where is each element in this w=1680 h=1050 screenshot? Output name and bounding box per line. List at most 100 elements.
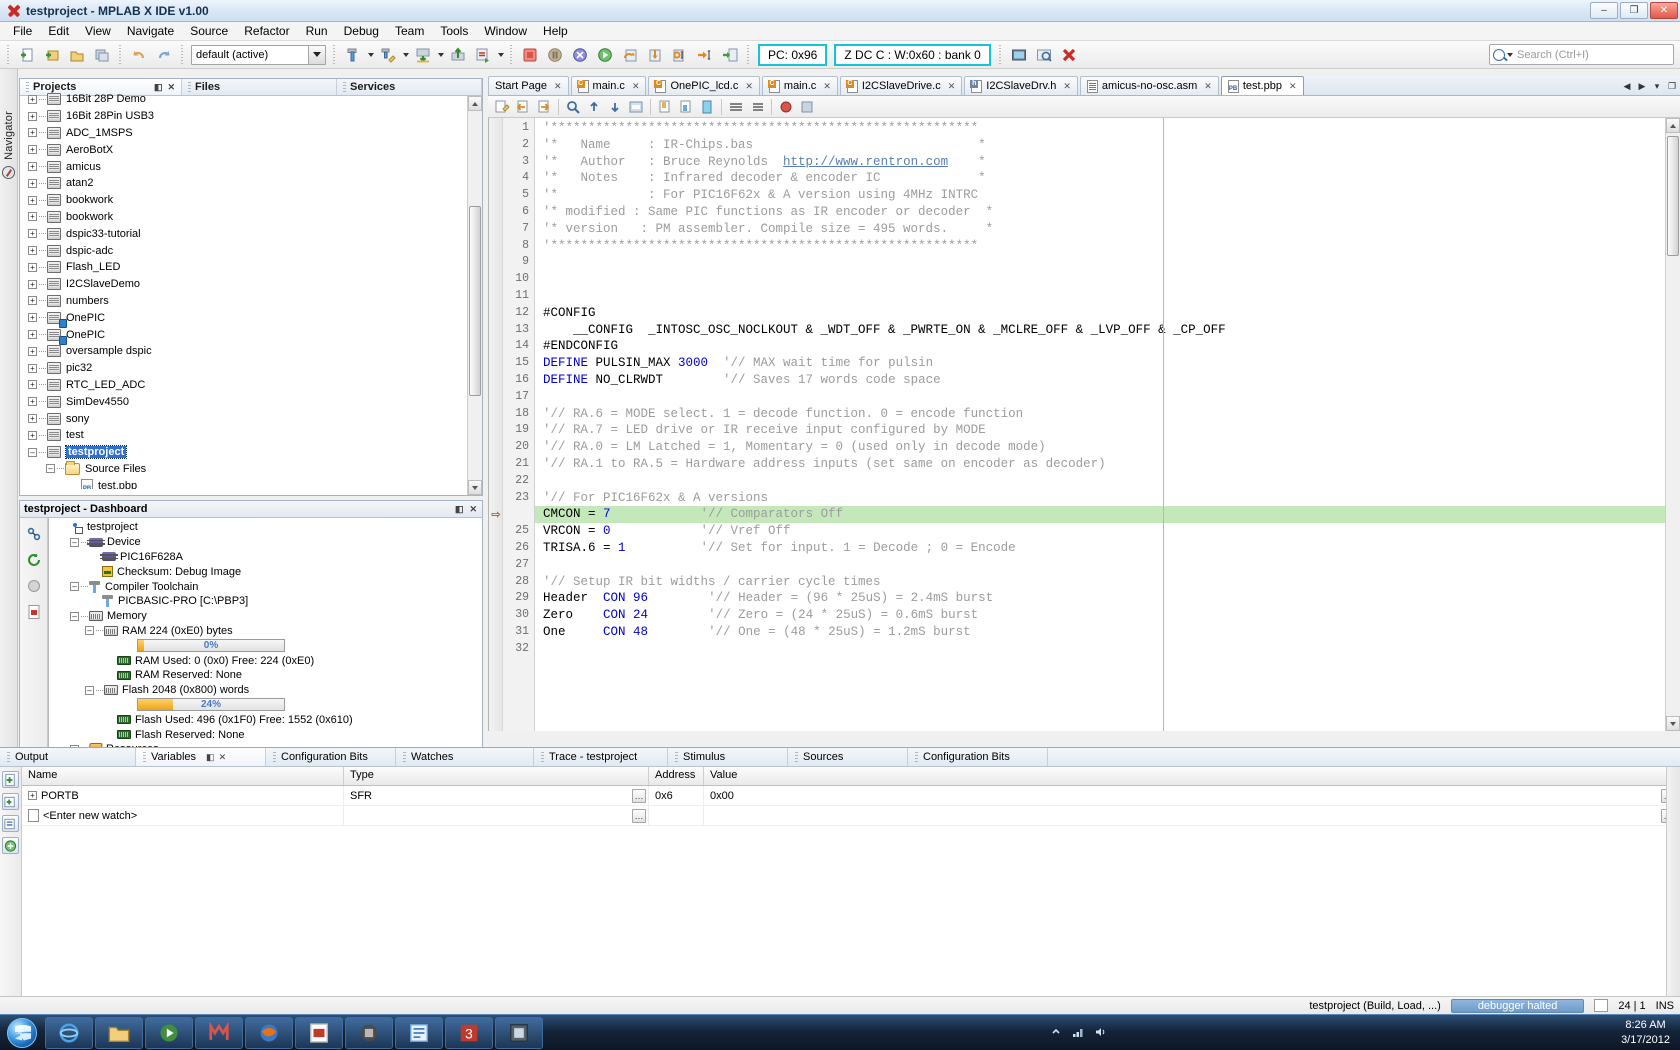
delete-watch-icon[interactable] bbox=[2, 837, 19, 854]
menu-tools[interactable]: Tools bbox=[432, 23, 476, 39]
toolbar-grip-3[interactable] bbox=[180, 45, 185, 65]
editor-tab[interactable]: Start Page✕ bbox=[488, 76, 569, 95]
build-dropdown-icon[interactable] bbox=[366, 44, 375, 66]
toolbar-grip-7[interactable] bbox=[998, 45, 1003, 65]
undo-icon[interactable] bbox=[127, 43, 151, 66]
shift-right-icon[interactable] bbox=[747, 97, 767, 116]
watch-name-cell[interactable]: +PORTB bbox=[22, 786, 344, 805]
dashboard-tree-item[interactable]: –RAM 224 (0xE0) bytes bbox=[53, 624, 482, 639]
watch-address-cell[interactable]: 0x6 bbox=[649, 786, 704, 805]
project-tree[interactable]: +16Bit 28P Demo+16Bit 28Pin USB3+ADC_1MS… bbox=[20, 90, 482, 489]
code-line[interactable]: TRISA.6 = 1 '// Set for input. 1 = Decod… bbox=[535, 540, 1680, 557]
menu-source[interactable]: Source bbox=[182, 23, 236, 39]
collapse-icon[interactable]: – bbox=[70, 538, 79, 547]
expand-icon[interactable]: + bbox=[28, 112, 37, 121]
save-all-icon[interactable] bbox=[90, 43, 114, 66]
dashboard-tree-item[interactable]: 24% bbox=[53, 698, 482, 713]
memory-view-icon[interactable] bbox=[1007, 43, 1031, 66]
watch-type-cell[interactable]: SFR… bbox=[344, 786, 649, 805]
expand-icon[interactable]: + bbox=[28, 179, 37, 188]
dashboard-tree-item[interactable]: Flash Used: 496 (0x1F0) Free: 1552 (0x61… bbox=[53, 712, 482, 727]
project-tree-item[interactable]: +numbers bbox=[20, 293, 482, 310]
pickit3-icon[interactable]: 3 bbox=[445, 1017, 493, 1049]
minimize-button[interactable]: – bbox=[1590, 2, 1618, 19]
code-line[interactable]: '***************************************… bbox=[535, 238, 1680, 255]
media-player-icon[interactable] bbox=[145, 1017, 193, 1049]
watch-row[interactable]: <Enter new watch>…… bbox=[22, 806, 1680, 826]
editor-tab[interactable]: main.c✕ bbox=[762, 76, 838, 95]
column-value[interactable]: Value bbox=[704, 767, 1680, 785]
toolbar-grip-4[interactable] bbox=[332, 45, 337, 65]
code-line[interactable] bbox=[535, 557, 1680, 574]
code-line[interactable]: Header CON 96 '// Header = (96 * 25uS) =… bbox=[535, 590, 1680, 607]
code-line[interactable]: '// RA.7 = LED drive or IR receive input… bbox=[535, 422, 1680, 439]
forward-icon[interactable] bbox=[534, 97, 554, 116]
acrobat-icon[interactable] bbox=[295, 1017, 343, 1049]
code-line[interactable]: VRCON = 0 '// Vref Off bbox=[535, 523, 1680, 540]
collapse-icon[interactable]: – bbox=[85, 686, 94, 695]
scroll-up-icon[interactable] bbox=[468, 96, 482, 111]
find-next-icon[interactable] bbox=[605, 97, 625, 116]
dashboard-tree-item[interactable]: testproject bbox=[53, 520, 482, 535]
code-line[interactable]: '* Name : IR-Chips.bas * bbox=[535, 137, 1680, 154]
code-line[interactable] bbox=[535, 288, 1680, 305]
menu-file[interactable]: File bbox=[5, 23, 40, 39]
watch-view-icon[interactable] bbox=[1032, 43, 1056, 66]
expand-icon[interactable]: + bbox=[28, 162, 37, 171]
project-tree-item[interactable]: –testproject bbox=[20, 444, 482, 461]
column-type[interactable]: Type bbox=[344, 767, 649, 785]
editor-tab[interactable]: I2CSlaveDrv.h✕ bbox=[964, 76, 1078, 95]
toolbar-grip[interactable] bbox=[6, 45, 11, 65]
project-properties-icon[interactable] bbox=[24, 524, 44, 544]
tray-volume-icon[interactable] bbox=[1094, 1026, 1108, 1040]
find-selection-icon[interactable] bbox=[563, 97, 583, 116]
menu-navigate[interactable]: Navigate bbox=[119, 23, 182, 39]
expand-icon[interactable]: + bbox=[28, 414, 37, 423]
project-tree-item[interactable]: +dspic-adc bbox=[20, 242, 482, 259]
code-line[interactable]: One CON 48 '// One = (48 * 25uS) = 1.2mS… bbox=[535, 624, 1680, 641]
tab-scroll-left-icon[interactable]: ◀ bbox=[1621, 79, 1633, 93]
editor-tab[interactable]: main.c✕ bbox=[571, 76, 647, 95]
expand-icon[interactable]: + bbox=[28, 397, 37, 406]
tray-network-icon[interactable] bbox=[1072, 1026, 1086, 1040]
watch-row[interactable]: +PORTBSFR…0x60x00… bbox=[22, 786, 1680, 806]
expand-icon[interactable]: + bbox=[28, 95, 37, 104]
set-pc-icon[interactable] bbox=[718, 43, 742, 66]
close-tab-icon[interactable]: ✕ bbox=[948, 81, 956, 92]
make-and-program-icon[interactable] bbox=[411, 43, 435, 66]
code-line[interactable] bbox=[535, 254, 1680, 271]
bottom-panel-tab[interactable]: Configuration Bits bbox=[266, 748, 396, 766]
expand-icon[interactable]: + bbox=[28, 246, 37, 255]
collapse-icon[interactable]: – bbox=[46, 464, 55, 473]
editor-scroll-down-icon[interactable] bbox=[1666, 716, 1680, 731]
code-line[interactable] bbox=[535, 389, 1680, 406]
last-edit-icon[interactable] bbox=[492, 97, 512, 116]
code-line[interactable]: '* Author : Bruce Reynolds http://www.re… bbox=[535, 154, 1680, 171]
new-project-icon[interactable] bbox=[40, 43, 64, 66]
project-tree-item[interactable]: +AeroBotX bbox=[20, 141, 482, 158]
expand-icon[interactable]: + bbox=[28, 380, 37, 389]
scroll-down-icon[interactable] bbox=[468, 480, 482, 495]
code-line[interactable]: '* modified : Same PIC functions as IR e… bbox=[535, 204, 1680, 221]
column-name[interactable]: Name bbox=[22, 767, 344, 785]
project-tree-item[interactable]: +OnePIC bbox=[20, 326, 482, 343]
project-tree-item[interactable]: +amicus bbox=[20, 158, 482, 175]
code-line[interactable] bbox=[535, 641, 1680, 658]
bottom-panel-tab[interactable]: Configuration Bits bbox=[908, 748, 1048, 766]
project-tree-item[interactable]: +sony bbox=[20, 410, 482, 427]
menu-view[interactable]: View bbox=[77, 23, 119, 39]
menu-team[interactable]: Team bbox=[387, 23, 432, 39]
firefox-icon[interactable] bbox=[245, 1017, 293, 1049]
expand-icon[interactable]: + bbox=[28, 431, 37, 440]
refresh-debug-tool-icon[interactable] bbox=[24, 550, 44, 570]
menu-edit[interactable]: Edit bbox=[40, 23, 77, 39]
add-symbol-icon[interactable] bbox=[2, 815, 19, 832]
taskbar-clock[interactable]: 8:26 AM 3/17/2012 bbox=[1621, 1018, 1680, 1048]
code-line[interactable]: '// Setup IR bit widths / carrier cycle … bbox=[535, 574, 1680, 591]
dashboard-tree-item[interactable]: –Device bbox=[53, 535, 482, 550]
start-orb[interactable] bbox=[0, 1016, 44, 1050]
minimize-icon[interactable]: ◧ bbox=[206, 752, 215, 763]
close-tab-icon[interactable]: ✕ bbox=[1063, 81, 1071, 92]
watch-value-cell[interactable]: … bbox=[704, 806, 1680, 825]
menu-window[interactable]: Window bbox=[476, 23, 535, 39]
